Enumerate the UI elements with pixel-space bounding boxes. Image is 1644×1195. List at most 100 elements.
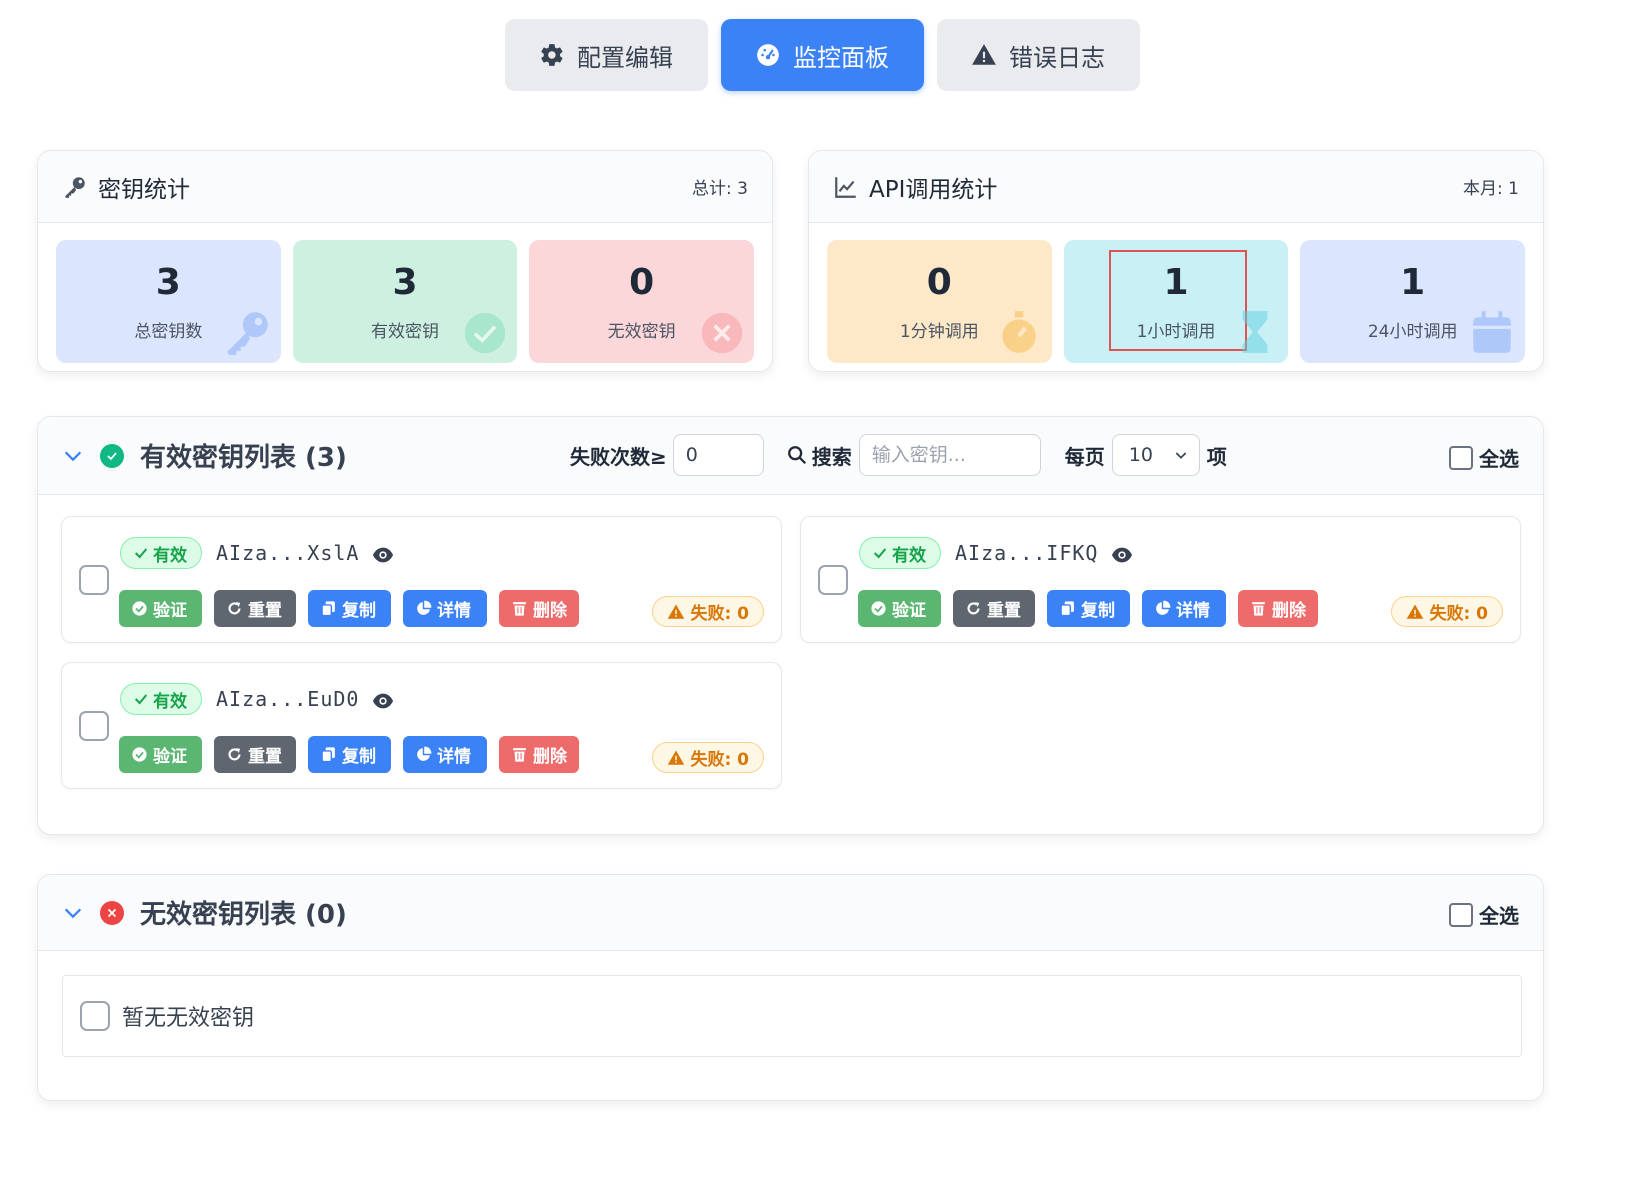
check-circle-icon <box>871 601 886 616</box>
fail-count-text: 失败: 0 <box>690 750 749 770</box>
chevron-down-icon[interactable] <box>62 445 84 467</box>
stat-value: 1 <box>1163 262 1189 303</box>
stat-value: 1 <box>1400 262 1426 303</box>
eye-icon[interactable] <box>1111 544 1133 566</box>
verify-button[interactable]: 验证 <box>119 590 202 627</box>
stat-label: 1小时调用 <box>1136 322 1216 342</box>
tab-label: 配置编辑 <box>577 43 673 72</box>
stat-value: 0 <box>926 262 952 303</box>
panel-title: 密钥统计 <box>98 176 190 203</box>
eye-icon[interactable] <box>372 544 394 566</box>
invalid-keys-section: 无效密钥列表 (0) 全选 暂无无效密钥 <box>37 874 1544 1101</box>
warning-icon <box>1407 604 1424 619</box>
check-circle-icon <box>465 312 506 354</box>
trash-icon <box>513 748 526 762</box>
stat-invalid-keys: 0 无效密钥 <box>529 240 755 363</box>
x-circle-icon <box>701 312 743 354</box>
key-checkbox[interactable] <box>79 565 109 595</box>
tab-error-log[interactable]: 错误日志 <box>936 19 1140 91</box>
trash-icon <box>513 602 526 616</box>
button-label: 重置 <box>248 747 282 767</box>
check-icon <box>134 694 148 705</box>
detail-button[interactable]: 详情 <box>403 736 487 773</box>
key-checkbox[interactable] <box>818 565 848 595</box>
copy-icon <box>1060 601 1074 617</box>
detail-button[interactable]: 详情 <box>403 590 487 627</box>
redo-icon <box>228 748 241 761</box>
per-page-value: 10 <box>1128 444 1153 466</box>
per-page-suffix: 项 <box>1206 444 1227 469</box>
stat-value: 0 <box>629 262 655 303</box>
key-card: 有效 AIza...IFKQ 验证 重置 复制 详情 删除 失败: 0 <box>800 516 1521 643</box>
pie-chart-icon <box>417 600 432 615</box>
chevron-down-icon <box>1175 452 1187 459</box>
select-all-checkbox[interactable] <box>1449 902 1473 927</box>
section-title: 有效密钥列表 (3) <box>140 443 347 473</box>
search-input[interactable] <box>858 434 1041 476</box>
button-label: 验证 <box>153 601 187 621</box>
calendar-icon <box>1473 311 1511 353</box>
tab-label: 监控面板 <box>793 43 889 72</box>
tab-monitor-dashboard[interactable]: 监控面板 <box>720 19 924 91</box>
reset-button[interactable]: 重置 <box>953 590 1035 627</box>
button-label: 详情 <box>437 601 471 621</box>
section-header: 有效密钥列表 (3) 失败次数≥ 搜索 每页 10 项 全选 <box>38 417 1543 495</box>
pie-chart-icon <box>1156 600 1171 615</box>
fail-count-input[interactable] <box>672 434 764 476</box>
detail-button[interactable]: 详情 <box>1142 590 1226 627</box>
warning-icon <box>668 750 685 765</box>
panel-title-wrap: 密钥统计 <box>62 170 190 204</box>
button-label: 详情 <box>1176 601 1210 621</box>
tab-label: 错误日志 <box>1009 43 1105 72</box>
warning-icon <box>972 44 996 65</box>
copy-button[interactable]: 复制 <box>308 736 391 773</box>
total-count: 总计: 3 <box>692 179 748 199</box>
gear-icon <box>541 44 563 66</box>
redo-icon <box>967 602 980 615</box>
status-badge: 有效 <box>120 683 202 715</box>
per-page-select[interactable]: 10 <box>1111 434 1200 476</box>
key-value: AIza...IFKQ <box>955 541 1099 565</box>
pie-chart-icon <box>417 746 432 761</box>
eye-icon[interactable] <box>372 690 394 712</box>
select-all-invalid[interactable]: 全选 <box>1449 900 1519 929</box>
status-badge: 有效 <box>859 537 941 569</box>
panel-header: API调用统计 本月: 1 <box>809 151 1543 223</box>
select-all-valid[interactable]: 全选 <box>1449 443 1519 472</box>
select-all-checkbox[interactable] <box>1449 445 1473 470</box>
reset-button[interactable]: 重置 <box>214 736 296 773</box>
stat-label: 1分钟调用 <box>899 322 979 342</box>
fail-count-label: 失败次数≥ <box>570 444 667 469</box>
reset-button[interactable]: 重置 <box>214 590 296 627</box>
stat-valid-keys: 3 有效密钥 <box>292 240 518 363</box>
chevron-down-icon[interactable] <box>62 902 84 924</box>
stat-row: 3 总密钥数 3 有效密钥 0 无效密钥 <box>38 223 772 380</box>
panel-title-wrap: API调用统计 <box>833 170 997 204</box>
verify-button[interactable]: 验证 <box>858 590 941 627</box>
delete-button[interactable]: 删除 <box>499 590 579 627</box>
redo-icon <box>228 602 241 615</box>
button-label: 复制 <box>342 601 376 621</box>
button-label: 重置 <box>248 601 282 621</box>
panel-title: API调用统计 <box>869 176 998 203</box>
button-label: 验证 <box>892 601 926 621</box>
copy-icon <box>321 601 335 617</box>
status-text: 有效 <box>153 545 187 566</box>
delete-button[interactable]: 删除 <box>499 736 579 773</box>
hourglass-icon <box>1242 311 1268 353</box>
delete-button[interactable]: 删除 <box>1238 590 1318 627</box>
key-card: 有效 AIza...EuD0 验证 重置 复制 详情 删除 失败: 0 <box>61 662 782 789</box>
copy-button[interactable]: 复制 <box>308 590 391 627</box>
empty-checkbox[interactable] <box>80 1001 110 1031</box>
key-checkbox[interactable] <box>79 711 109 741</box>
verify-button[interactable]: 验证 <box>119 736 202 773</box>
button-label: 验证 <box>153 747 187 767</box>
tab-config-editor[interactable]: 配置编辑 <box>504 19 708 91</box>
select-all-label: 全选 <box>1479 447 1519 471</box>
copy-button[interactable]: 复制 <box>1047 590 1130 627</box>
stat-total-keys: 3 总密钥数 <box>56 240 281 363</box>
stat-value: 3 <box>392 262 418 303</box>
fail-count-badge: 失败: 0 <box>652 596 764 627</box>
line-chart-icon <box>835 176 856 198</box>
button-label: 复制 <box>342 747 376 767</box>
